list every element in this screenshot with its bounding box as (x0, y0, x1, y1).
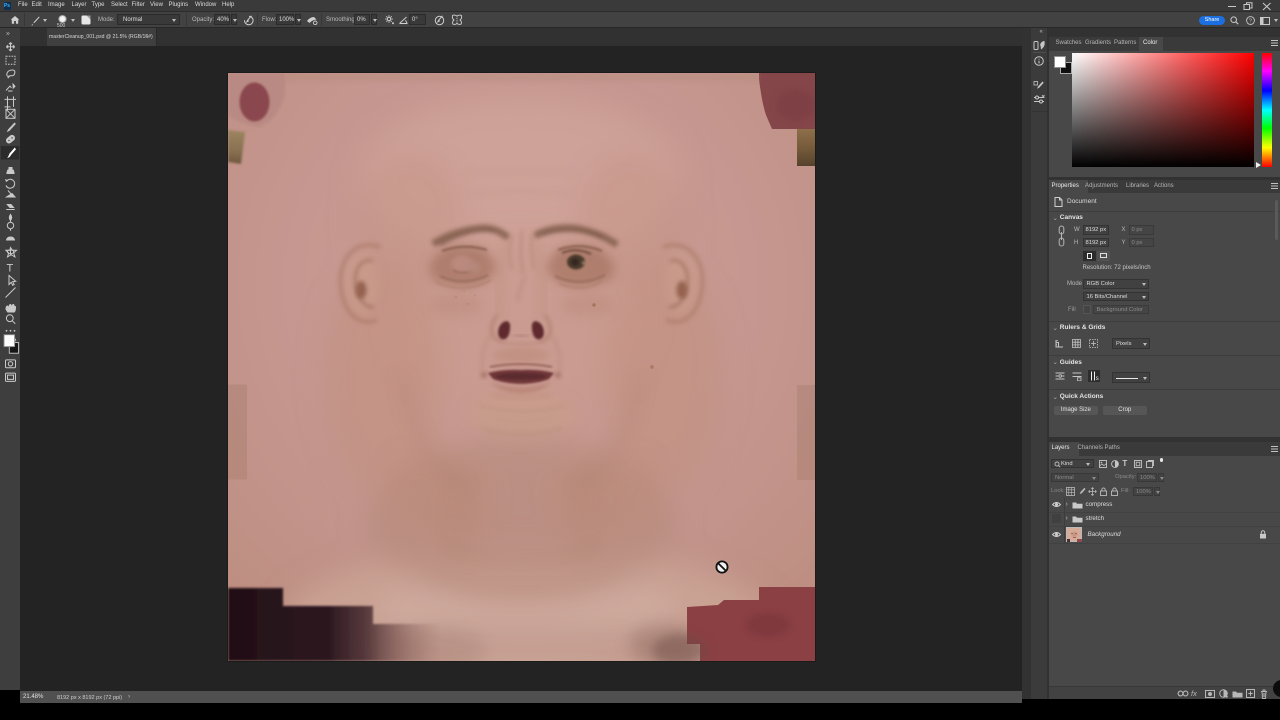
svg-text:»: » (6, 31, 10, 38)
svg-text:s: s (1095, 376, 1098, 381)
svg-text:?: ? (1248, 19, 1251, 25)
svg-text:T: T (7, 263, 14, 275)
